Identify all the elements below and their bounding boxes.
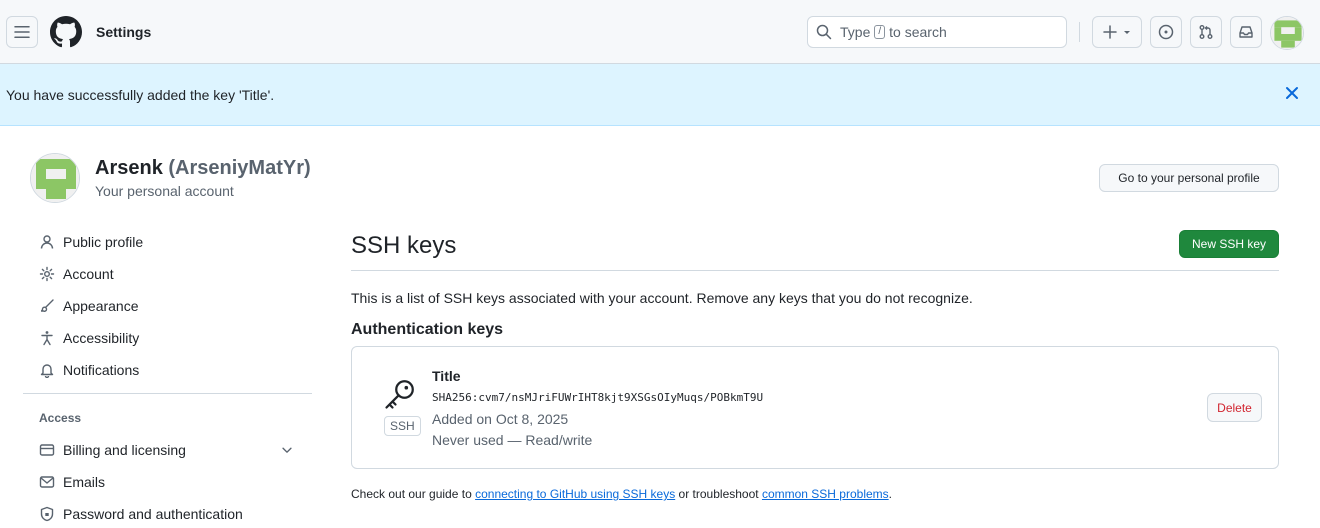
- sidebar-item-public-profile[interactable]: Public profile: [30, 228, 312, 256]
- page-title: SSH keys: [351, 232, 457, 259]
- ssh-troubleshoot-link[interactable]: common SSH problems: [762, 487, 889, 501]
- connecting-ssh-guide-link[interactable]: connecting to GitHub using SSH keys: [475, 487, 675, 501]
- header-divider: [1079, 22, 1080, 42]
- sidebar-item-label: Notifications: [63, 362, 140, 378]
- profile-login: (ArseniyMatYr): [168, 157, 311, 179]
- identicon-icon: [31, 154, 79, 202]
- search-suffix: to search: [889, 24, 947, 40]
- footer-text-middle: or troubleshoot: [678, 487, 759, 501]
- profile-name[interactable]: Arsenk: [95, 157, 163, 179]
- chevron-down-icon[interactable]: [280, 443, 294, 460]
- success-flash-banner: You have successfully added the key 'Tit…: [0, 64, 1320, 126]
- search-shortcut-key: /: [874, 25, 886, 39]
- paintbrush-icon: [40, 299, 54, 312]
- profile-subtitle: Your personal account: [95, 183, 234, 199]
- pull-requests-button[interactable]: [1190, 16, 1222, 48]
- key-title: Title: [432, 368, 461, 384]
- flash-close-button[interactable]: [1282, 83, 1302, 106]
- sidebar-item-accessibility[interactable]: Accessibility: [30, 324, 312, 352]
- footer-text-after: .: [888, 487, 893, 501]
- bell-icon: [40, 364, 54, 378]
- accessibility-icon: [41, 331, 53, 346]
- search-input[interactable]: Type / to search: [807, 16, 1067, 48]
- title-divider: [351, 270, 1279, 271]
- menu-button[interactable]: [6, 16, 38, 48]
- create-new-button[interactable]: [1092, 16, 1142, 48]
- ssh-key-list-item: [351, 346, 1279, 469]
- key-added-date: Added on Oct 8, 2025: [432, 411, 569, 427]
- authentication-keys-heading: Authentication keys: [351, 321, 504, 338]
- key-icon: [382, 376, 418, 415]
- identicon-icon: [1271, 17, 1303, 49]
- sidebar-heading-access: Access: [39, 411, 82, 425]
- sidebar-item-label: Account: [63, 266, 114, 282]
- sidebar-item-label: Public profile: [63, 234, 144, 250]
- key-usage-status: Never used — Read/write: [432, 432, 593, 448]
- credit-card-icon: [39, 444, 55, 456]
- user-avatar[interactable]: [1270, 16, 1304, 50]
- footer-text-before: Check out our guide to: [351, 487, 472, 501]
- sidebar-item-label: Appearance: [63, 298, 139, 314]
- sidebar-item-account[interactable]: Account: [30, 260, 312, 288]
- search-prefix: Type: [840, 24, 871, 40]
- sidebar-item-password-authentication[interactable]: Password and authentication: [30, 500, 312, 528]
- context-title[interactable]: Settings: [96, 22, 151, 42]
- issues-button[interactable]: [1150, 16, 1182, 48]
- help-footer: Check out our guide to connecting to Git…: [351, 486, 892, 502]
- gear-icon: [39, 266, 55, 282]
- sidebar-item-appearance[interactable]: Appearance: [30, 292, 312, 320]
- sidebar-item-emails[interactable]: Emails: [30, 468, 312, 496]
- sidebar-item-notifications[interactable]: Notifications: [30, 356, 312, 384]
- ssh-badge: SSH: [384, 416, 421, 436]
- inbox-button[interactable]: [1230, 16, 1262, 48]
- page-description: This is a list of SSH keys associated wi…: [351, 290, 973, 306]
- flash-message: You have successfully added the key 'Tit…: [6, 87, 275, 103]
- plus-icon: [1103, 25, 1117, 39]
- close-icon: [1286, 87, 1298, 99]
- key-fingerprint: SHA256:cvm7/nsMJriFUWrIHT8kjt9XSGsOIyMuq…: [432, 391, 764, 404]
- git-pull-request-icon: [1199, 25, 1213, 39]
- sidebar-divider: [23, 393, 312, 394]
- person-icon: [40, 235, 54, 249]
- new-ssh-key-button[interactable]: New SSH key: [1179, 230, 1279, 258]
- hamburger-icon: [14, 26, 30, 38]
- github-logo-icon[interactable]: [50, 16, 82, 48]
- search-icon: [816, 24, 832, 40]
- sidebar-item-label: Password and authentication: [63, 506, 243, 522]
- mail-icon: [39, 476, 55, 488]
- inbox-icon: [1239, 26, 1253, 38]
- shield-lock-icon: [40, 506, 54, 522]
- profile-name-heading: Arsenk (ArseniyMatYr): [95, 156, 311, 180]
- go-to-profile-button[interactable]: Go to your personal profile: [1099, 164, 1279, 192]
- issue-opened-icon: [1158, 24, 1174, 40]
- sidebar-item-billing[interactable]: Billing and licensing: [30, 436, 312, 464]
- app-header: Settings Type / to search: [0, 0, 1320, 64]
- triangle-down-icon: [1124, 31, 1130, 34]
- sidebar-item-label: Billing and licensing: [63, 442, 186, 458]
- profile-avatar: [30, 153, 80, 203]
- sidebar-item-label: Emails: [63, 474, 106, 490]
- sidebar-item-label: Accessibility: [63, 330, 140, 346]
- delete-key-button[interactable]: Delete: [1207, 393, 1262, 422]
